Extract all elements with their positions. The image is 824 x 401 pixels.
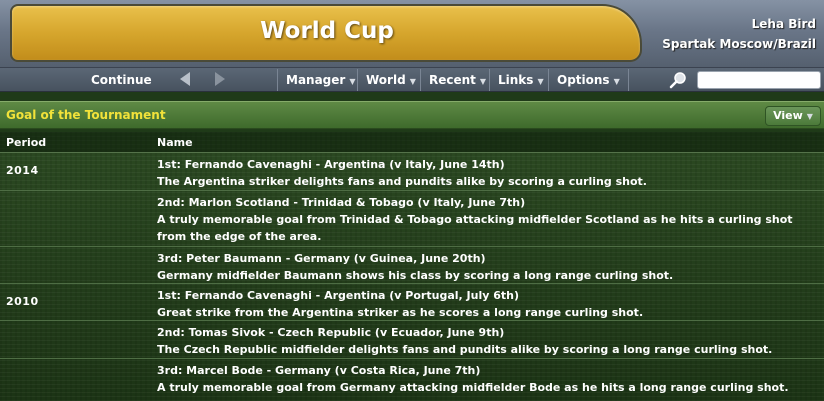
- goal-heading[interactable]: 3rd: Marcel Bode - Germany (v Costa Rica…: [157, 362, 817, 379]
- continue-button[interactable]: Continue: [91, 68, 152, 92]
- chevron-down-icon: ▼: [806, 112, 813, 121]
- name-cell: 3rd: Marcel Bode - Germany (v Costa Rica…: [157, 362, 817, 396]
- goal-description: from the edge of the area.: [157, 230, 322, 243]
- back-arrow-icon[interactable]: [180, 72, 190, 86]
- table-row[interactable]: 3rd: Peter Baumann - Germany (v Guinea, …: [0, 247, 824, 284]
- menu-options-label: Options: [557, 73, 610, 87]
- name-cell: 2nd: Tomas Sivok - Czech Republic (v Ecu…: [157, 324, 817, 358]
- menu-links[interactable]: Links ▼: [489, 69, 552, 91]
- awards-table: Period Name 2014 1st: Fernando Cavenaghi…: [0, 132, 824, 401]
- goal-description: The Czech Republic midfielder delights f…: [157, 343, 773, 356]
- name-cell: 1st: Fernando Cavenaghi - Argentina (v P…: [157, 287, 817, 321]
- goal-heading[interactable]: 2nd: Tomas Sivok - Czech Republic (v Ecu…: [157, 324, 817, 341]
- goal-description: A truly memorable goal from Trinidad & T…: [157, 213, 793, 226]
- period-cell: 2014: [6, 164, 39, 177]
- name-cell: 2nd: Marlon Scotland - Trinidad & Tobago…: [157, 194, 817, 245]
- chevron-down-icon: ▼: [409, 77, 416, 86]
- page-title: World Cup: [260, 18, 394, 44]
- name-cell: 3rd: Peter Baumann - Germany (v Guinea, …: [157, 250, 817, 284]
- name-cell: 1st: Fernando Cavenaghi - Argentina (v I…: [157, 156, 817, 190]
- toolbar: Continue Manager ▼ World ▼ Recent ▼ Links ▼ …: [0, 68, 824, 92]
- column-header-period[interactable]: Period: [6, 136, 46, 149]
- menu-recent-label: Recent: [429, 73, 476, 87]
- header-bar: World Cup Leha Bird Spartak Moscow/Brazi…: [0, 0, 824, 68]
- menu-world-label: World: [366, 73, 406, 87]
- menu-options[interactable]: Options ▼: [548, 69, 629, 91]
- column-header-name[interactable]: Name: [157, 136, 193, 149]
- section-title: Goal of the Tournament: [6, 108, 166, 122]
- chevron-down-icon: ▼: [613, 77, 620, 86]
- table-row[interactable]: 2nd: Marlon Scotland - Trinidad & Tobago…: [0, 191, 824, 247]
- user-info[interactable]: Leha Bird Spartak Moscow/Brazil: [662, 14, 816, 54]
- goal-description: The Argentina striker delights fans and …: [157, 175, 647, 188]
- goal-description: Great strike from the Argentina striker …: [157, 306, 644, 319]
- view-button-label: View: [773, 109, 803, 122]
- table-row[interactable]: 3rd: Marcel Bode - Germany (v Costa Rica…: [0, 359, 824, 401]
- goal-description: Germany midfielder Baumann shows his cla…: [157, 269, 674, 282]
- chevron-down-icon: ▼: [349, 77, 356, 86]
- search-icon[interactable]: [668, 70, 688, 90]
- menu-links-label: Links: [498, 73, 534, 87]
- goal-heading[interactable]: 1st: Fernando Cavenaghi - Argentina (v I…: [157, 156, 817, 173]
- menu-manager-label: Manager: [286, 73, 346, 87]
- view-button[interactable]: View ▼: [765, 106, 821, 126]
- goal-heading[interactable]: 2nd: Marlon Scotland - Trinidad & Tobago…: [157, 194, 817, 211]
- section-header: Goal of the Tournament View ▼: [0, 101, 824, 129]
- table-row[interactable]: 2010 1st: Fernando Cavenaghi - Argentina…: [0, 284, 824, 321]
- menu-manager[interactable]: Manager ▼: [277, 69, 363, 91]
- table-row[interactable]: 2014 1st: Fernando Cavenaghi - Argentina…: [0, 153, 824, 191]
- user-team[interactable]: Spartak Moscow/Brazil: [662, 34, 816, 54]
- goal-description: A truly memorable goal from Germany atta…: [157, 381, 789, 394]
- goal-heading[interactable]: 3rd: Peter Baumann - Germany (v Guinea, …: [157, 250, 817, 267]
- user-name[interactable]: Leha Bird: [662, 14, 816, 34]
- period-cell: 2010: [6, 295, 39, 308]
- menu-world[interactable]: World ▼: [357, 69, 424, 91]
- table-row[interactable]: 2nd: Tomas Sivok - Czech Republic (v Ecu…: [0, 321, 824, 359]
- goal-heading[interactable]: 1st: Fernando Cavenaghi - Argentina (v P…: [157, 287, 817, 304]
- menu-recent[interactable]: Recent ▼: [420, 69, 494, 91]
- chevron-down-icon: ▼: [479, 77, 487, 86]
- forward-arrow-icon[interactable]: [215, 72, 225, 86]
- search-input[interactable]: [697, 71, 821, 89]
- chevron-down-icon: ▼: [537, 77, 544, 86]
- table-header: Period Name: [0, 132, 824, 153]
